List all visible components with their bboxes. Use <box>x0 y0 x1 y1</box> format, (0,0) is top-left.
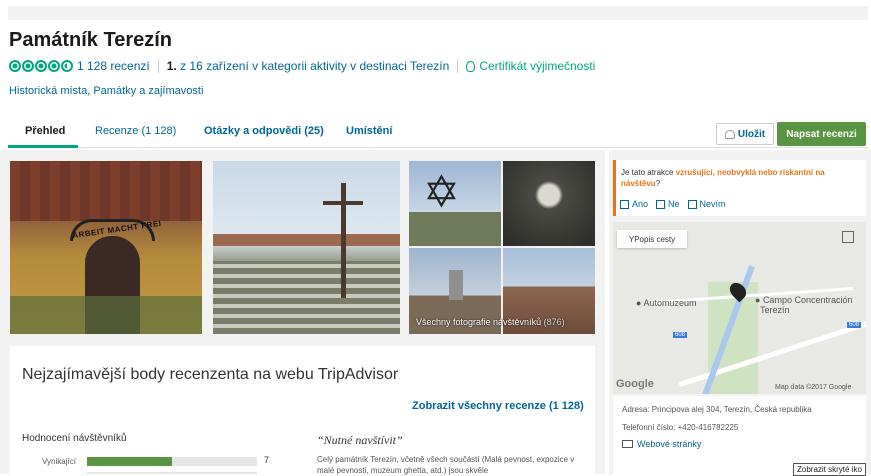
cross-bar <box>323 201 363 205</box>
option-no[interactable]: Ne <box>656 199 680 209</box>
poi-campo[interactable]: ● Campo Concentración Terezín <box>755 295 853 315</box>
rank-number: 1. <box>166 59 177 73</box>
bubble-icon <box>9 60 21 72</box>
directions-label: Popis cesty <box>634 234 676 244</box>
bubble-icon <box>48 60 60 72</box>
star-of-david-icon: ✡ <box>423 168 460 217</box>
header-band <box>8 6 868 20</box>
tab-overview[interactable]: Přehled <box>25 125 65 137</box>
directions-button[interactable]: Y Popis cesty <box>617 230 687 248</box>
ranking[interactable]: 1. z 16 zařízení v kategorii aktivity v … <box>167 59 450 73</box>
rating-count: 7 <box>264 455 270 465</box>
show-all-reviews-link[interactable]: Zobrazit všechny recenze (1 128) <box>412 400 584 412</box>
category-link[interactable]: Historická místa, Památky a zajímavosti <box>9 85 203 97</box>
rating-bar-fill <box>87 457 172 466</box>
photo-gate[interactable]: ARBEIT MACHT FREI <box>10 161 202 334</box>
map-data-credit[interactable]: Map data ©2017 Google <box>775 384 851 391</box>
rating-label-excellent[interactable]: Vynikající <box>42 457 76 466</box>
active-tab-indicator <box>8 145 78 148</box>
certificate-label: Certifikát výjimečnosti <box>479 59 596 73</box>
poi-label: Campo Concentración <box>762 295 853 305</box>
checkbox-icon <box>656 199 666 209</box>
question-suffix: ? <box>655 179 661 188</box>
tower <box>449 270 463 300</box>
phone: Telefonní číslo: +420-416782225 <box>622 423 739 432</box>
expand-map-icon[interactable] <box>842 231 854 243</box>
question-options: Ano Ne Nevím <box>620 199 726 209</box>
tab-location[interactable]: Umístění <box>346 125 392 137</box>
highlights-title: Nejzajímavější body recenzenta na webu T… <box>22 366 399 383</box>
photo-cemetery[interactable] <box>213 161 400 334</box>
certificate-icon <box>466 60 476 72</box>
certificate-badge[interactable]: Certifikát výjimečnosti <box>466 59 595 73</box>
option-label: Nevím <box>699 199 726 209</box>
write-review-button[interactable]: Napsat recenzi <box>777 122 866 146</box>
bubble-icon <box>35 60 47 72</box>
poi-label: Terezín <box>760 305 790 315</box>
rating-row: 1 128 recenzí 1. z 16 zařízení v kategor… <box>9 59 595 73</box>
checkbox-icon <box>687 199 697 209</box>
option-dont-know[interactable]: Nevím <box>687 199 726 209</box>
all-photos-label: Všechny fotografie návštěvníků <box>416 317 542 327</box>
review-snippet: Celý památník Terezín, včetně všech souč… <box>317 455 575 475</box>
website-label: Webové stránky <box>637 439 702 449</box>
half-bubble-icon <box>61 60 73 72</box>
ratings-heading: Hodnocení návštěvníků <box>22 433 127 444</box>
photo-star-memorial[interactable]: ✡ <box>409 161 501 246</box>
monitor-icon <box>622 440 633 448</box>
divider <box>457 59 459 73</box>
divider <box>157 59 159 73</box>
page-title: Památník Terezín <box>9 29 173 51</box>
all-photos-count: (876) <box>543 317 565 327</box>
graves-rows <box>213 261 400 334</box>
tooltip: Zobrazit skryté iko <box>793 463 866 476</box>
tab-qa[interactable]: Otázky a odpovědi (25) <box>204 125 324 137</box>
save-label: Uložit <box>737 128 766 140</box>
save-button[interactable]: Uložit <box>716 123 774 145</box>
all-photos-link[interactable]: Všechny fotografie návštěvníků (876) <box>416 317 565 327</box>
photo-tunnel[interactable] <box>503 161 595 246</box>
option-yes[interactable]: Ano <box>620 199 648 209</box>
rating-bubbles[interactable] <box>9 60 73 72</box>
poi-label: Automuzeum <box>643 298 697 308</box>
road-shield: 608 <box>673 332 688 338</box>
reviews-count-link[interactable]: 1 128 recenzí <box>77 59 150 73</box>
building-roof <box>213 234 400 246</box>
tab-reviews[interactable]: Recenze (1 128) <box>95 125 176 137</box>
question-prefix: Je tato atrakce <box>621 168 674 177</box>
checkbox-icon <box>620 199 629 209</box>
bubble-icon <box>22 60 34 72</box>
brick-wall <box>10 161 202 221</box>
poi-automuzeum[interactable]: ● Automuzeum <box>636 298 696 308</box>
google-logo[interactable]: Google <box>616 378 654 390</box>
road-shield: 608 <box>847 322 862 328</box>
option-label: Ano <box>632 199 649 209</box>
address: Adresa: Principova alej 304, Terezín, Če… <box>622 405 812 414</box>
website-link[interactable]: Webové stránky <box>622 439 701 449</box>
review-quote-title[interactable]: “Nutné navštívit” <box>317 433 403 448</box>
heart-icon <box>724 129 735 139</box>
rank-text: z 16 zařízení v kategorii aktivity v des… <box>180 59 450 73</box>
option-label: Ne <box>668 199 680 209</box>
question-text: Je tato atrakce vzrušující, neobvyklá ne… <box>621 167 861 189</box>
foliage <box>10 296 202 334</box>
